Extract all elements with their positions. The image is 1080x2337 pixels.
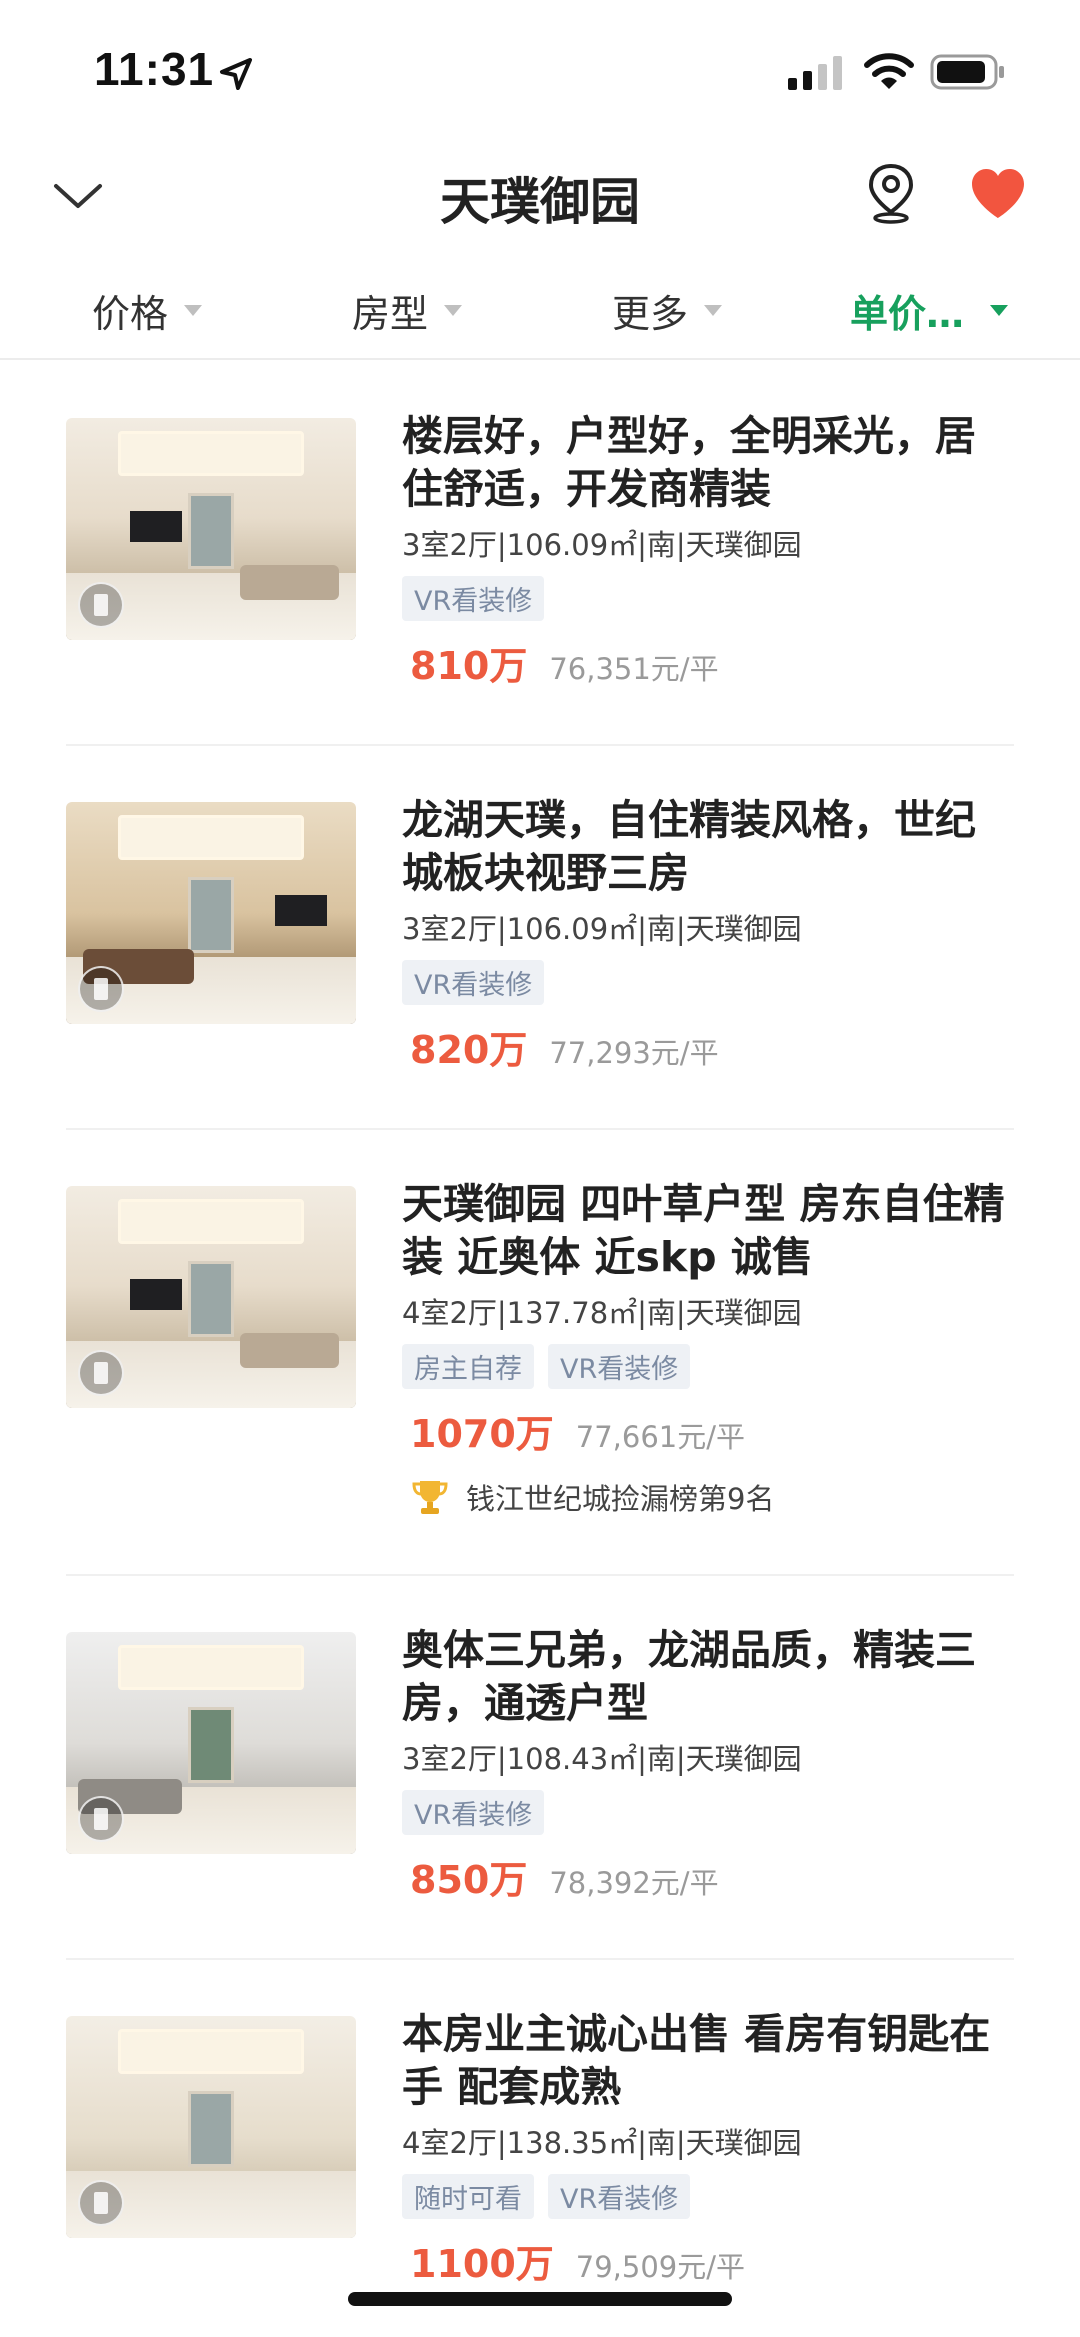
unit-price: 78,392元/平 bbox=[549, 1866, 719, 1900]
listing-photo[interactable] bbox=[66, 1186, 356, 1408]
listing-card[interactable]: 天璞御园 四叶草户型 房东自住精装 近奥体 近skp 诚售 4室2厅|137.7… bbox=[66, 1130, 1014, 1576]
listing-specs: 3室2厅|108.43㎡|南|天璞御园 bbox=[402, 1742, 802, 1776]
total-price: 820万 bbox=[410, 1028, 528, 1072]
filter-layout[interactable]: 房型 bbox=[352, 280, 463, 340]
total-price: 1070万 bbox=[410, 1412, 554, 1456]
home-indicator[interactable] bbox=[348, 2292, 732, 2306]
unit-price: 79,509元/平 bbox=[575, 2250, 746, 2284]
tag-viewable-anytime: 随时可看 bbox=[402, 2174, 534, 2219]
signal-icon bbox=[788, 56, 842, 90]
ranking-text: 钱江世纪城捡漏榜第9名 bbox=[466, 1482, 775, 1516]
ranking-row[interactable]: 钱江世纪城捡漏榜第9名 bbox=[402, 1476, 1014, 1518]
total-price: 1100万 bbox=[410, 2242, 554, 2286]
price-row: 810万 76,351元/平 bbox=[402, 635, 1014, 690]
page: 11:31 天璞御园 价格 房型 更多 单价… 楼层好，户型好，全明采光，居住舒… bbox=[0, 0, 1080, 2337]
listing-specs: 4室2厅|137.78㎡|南|天璞御园 bbox=[402, 1296, 802, 1330]
listing-card[interactable]: 本房业主诚心出售 看房有钥匙在手 配套成熟 4室2厅|138.35㎡|南|天璞御… bbox=[66, 1960, 1014, 2337]
map-pin-icon[interactable] bbox=[866, 162, 916, 224]
price-row: 820万 77,293元/平 bbox=[402, 1019, 1014, 1074]
filter-more[interactable]: 更多 bbox=[612, 280, 723, 340]
filter-bar: 价格 房型 更多 单价… bbox=[0, 260, 1080, 360]
price-row: 850万 78,392元/平 bbox=[402, 1849, 1014, 1904]
listing-info: 龙湖天璞，自住精装风格，世纪城板块视野三房 3室2厅|106.09㎡|南|天璞御… bbox=[402, 794, 1014, 1074]
tag-vr: VR看装修 bbox=[402, 576, 545, 621]
battery-icon bbox=[930, 54, 1004, 90]
vr-icon bbox=[78, 1350, 124, 1396]
caret-down-icon bbox=[444, 304, 463, 316]
listing-card[interactable]: 龙湖天璞，自住精装风格，世纪城板块视野三房 3室2厅|106.09㎡|南|天璞御… bbox=[66, 746, 1014, 1130]
vr-icon bbox=[78, 2180, 124, 2226]
listing-specs: 4室2厅|138.35㎡|南|天璞御园 bbox=[402, 2126, 802, 2160]
filter-sort-unit-price[interactable]: 单价… bbox=[850, 280, 1009, 340]
listing-info: 奥体三兄弟，龙湖品质，精装三房，通透户型 3室2厅|108.43㎡|南|天璞御园… bbox=[402, 1624, 1014, 1904]
listing-title: 天璞御园 四叶草户型 房东自住精装 近奥体 近skp 诚售 bbox=[402, 1180, 1005, 1281]
location-arrow-icon bbox=[220, 58, 252, 90]
listing-photo[interactable] bbox=[66, 1632, 356, 1854]
tag-owner-recommend: 房主自荐 bbox=[402, 1344, 534, 1389]
price-row: 1100万 79,509元/平 bbox=[402, 2233, 1014, 2288]
listing-title: 楼层好，户型好，全明采光，居住舒适，开发商精装 bbox=[402, 412, 976, 513]
listing-photo[interactable] bbox=[66, 802, 356, 1024]
title-bar: 天璞御园 bbox=[0, 140, 1080, 260]
listing-specs: 3室2厅|106.09㎡|南|天璞御园 bbox=[402, 912, 802, 946]
tag-vr: VR看装修 bbox=[402, 960, 545, 1005]
listing-card[interactable]: 奥体三兄弟，龙湖品质，精装三房，通透户型 3室2厅|108.43㎡|南|天璞御园… bbox=[66, 1576, 1014, 1960]
caret-down-icon bbox=[990, 304, 1009, 316]
listing-title: 奥体三兄弟，龙湖品质，精装三房，通透户型 bbox=[402, 1626, 976, 1727]
listing-title: 本房业主诚心出售 看房有钥匙在手 配套成熟 bbox=[402, 2010, 991, 2111]
vr-icon bbox=[78, 966, 124, 1012]
price-row: 1070万 77,661元/平 bbox=[402, 1403, 1014, 1458]
unit-price: 77,293元/平 bbox=[549, 1036, 719, 1070]
page-title: 天璞御园 bbox=[440, 173, 640, 231]
trophy-icon bbox=[412, 1481, 448, 1514]
tag-vr: VR看装修 bbox=[402, 1790, 545, 1835]
tag-vr: VR看装修 bbox=[548, 1344, 691, 1389]
status-time: 11:31 bbox=[94, 43, 215, 95]
listing-specs: 3室2厅|106.09㎡|南|天璞御园 bbox=[402, 528, 802, 562]
listing-photo[interactable] bbox=[66, 2016, 356, 2238]
listing-list: 楼层好，户型好，全明采光，居住舒适，开发商精装 3室2厅|106.09㎡|南|天… bbox=[0, 362, 1080, 2337]
filter-layout-label: 房型 bbox=[352, 291, 429, 336]
listing-photo[interactable] bbox=[66, 418, 356, 640]
wifi-icon bbox=[864, 53, 914, 89]
caret-down-icon bbox=[184, 304, 203, 316]
favorite-heart-icon[interactable] bbox=[968, 166, 1028, 222]
filter-price[interactable]: 价格 bbox=[92, 280, 203, 340]
status-bar: 11:31 bbox=[0, 0, 1080, 140]
listing-card[interactable]: 楼层好，户型好，全明采光，居住舒适，开发商精装 3室2厅|106.09㎡|南|天… bbox=[66, 362, 1014, 746]
listing-tags: VR看装修 bbox=[402, 1790, 1014, 1835]
filter-price-label: 价格 bbox=[92, 291, 169, 336]
listing-info: 本房业主诚心出售 看房有钥匙在手 配套成熟 4室2厅|138.35㎡|南|天璞御… bbox=[402, 2008, 1014, 2288]
listing-title: 龙湖天璞，自住精装风格，世纪城板块视野三房 bbox=[402, 796, 976, 897]
caret-down-icon bbox=[704, 304, 723, 316]
listing-tags: VR看装修 bbox=[402, 960, 1014, 1005]
unit-price: 77,661元/平 bbox=[575, 1420, 746, 1454]
total-price: 850万 bbox=[410, 1858, 528, 1902]
listing-info: 天璞御园 四叶草户型 房东自住精装 近奥体 近skp 诚售 4室2厅|137.7… bbox=[402, 1178, 1014, 1518]
listing-tags: 房主自荐 VR看装修 bbox=[402, 1344, 1014, 1389]
unit-price: 76,351元/平 bbox=[549, 652, 719, 686]
listing-info: 楼层好，户型好，全明采光，居住舒适，开发商精装 3室2厅|106.09㎡|南|天… bbox=[402, 410, 1014, 690]
vr-icon bbox=[78, 582, 124, 628]
listing-tags: 随时可看 VR看装修 bbox=[402, 2174, 1014, 2219]
tag-vr: VR看装修 bbox=[548, 2174, 691, 2219]
total-price: 810万 bbox=[410, 644, 528, 688]
listing-tags: VR看装修 bbox=[402, 576, 1014, 621]
vr-icon bbox=[78, 1796, 124, 1842]
filter-more-label: 更多 bbox=[612, 291, 689, 336]
filter-sort-label: 单价… bbox=[850, 291, 965, 336]
